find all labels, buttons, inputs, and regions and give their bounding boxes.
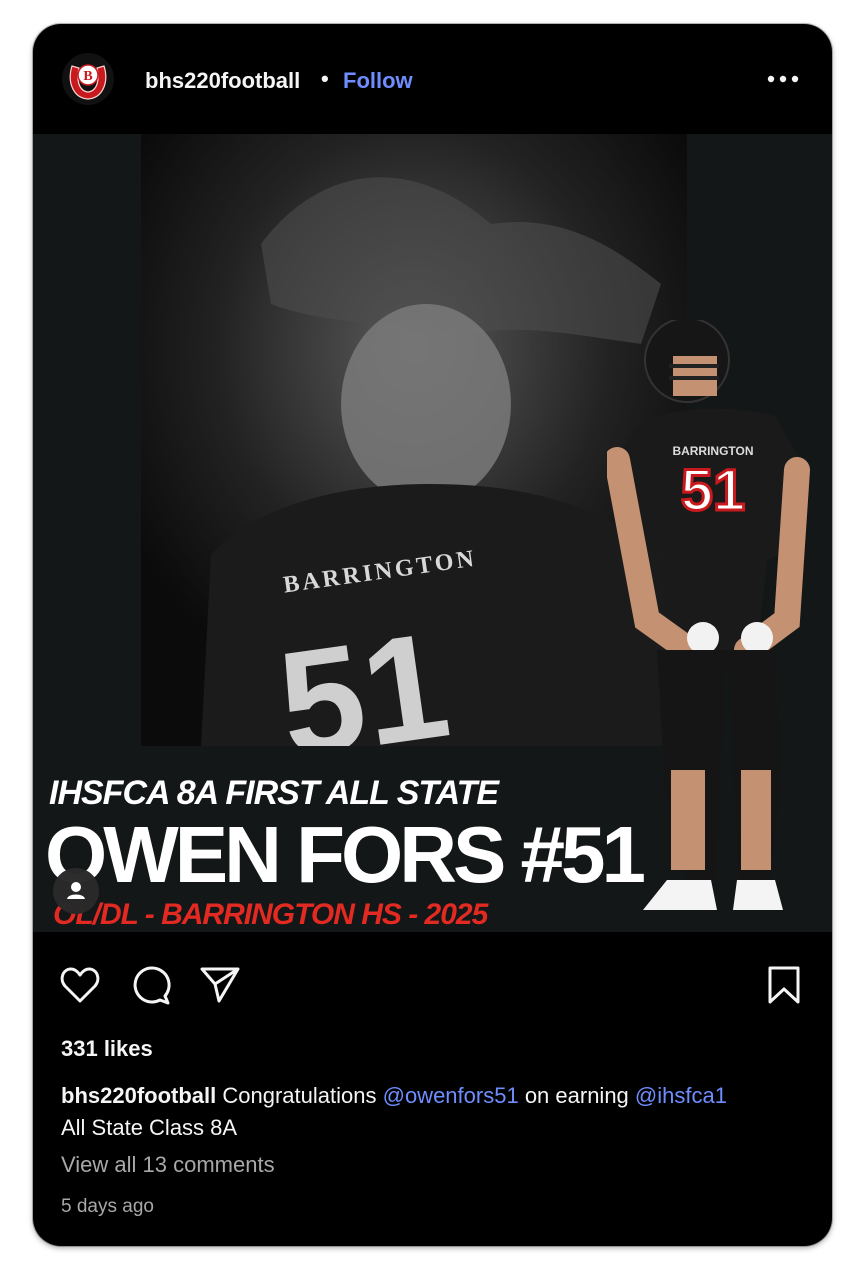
post-timestamp: 5 days ago: [61, 1196, 154, 1217]
instagram-post-card: B bhs220football • Follow BARRINGTON 51 …: [33, 24, 832, 1246]
follow-button[interactable]: Follow: [343, 68, 413, 94]
player-photo-background: BARRINGTON 51: [141, 134, 687, 746]
likes-count[interactable]: 331 likes: [61, 1036, 153, 1062]
player-name-title: OWEN FORS #51: [45, 810, 646, 899]
post-username[interactable]: bhs220football: [145, 68, 300, 94]
caption-text-part2: on earning: [524, 1083, 629, 1108]
more-options-icon[interactable]: [763, 64, 803, 94]
comment-icon[interactable]: [129, 964, 171, 1006]
post-media[interactable]: BARRINGTON 51 BARRINGTON 51 IHSFCA 8A FI…: [33, 134, 832, 932]
post-header: B bhs220football • Follow: [33, 24, 832, 134]
post-caption: bhs220football Congratulations @owenfors…: [61, 1080, 811, 1144]
horseshoe-logo-icon[interactable]: B: [61, 52, 115, 106]
caption-text-part1: Congratulations: [222, 1083, 377, 1108]
action-bar: [33, 932, 832, 1042]
position-school-year: OL/DL - BARRINGTON HS - 2025: [53, 898, 488, 931]
award-headline: IHSFCA 8A FIRST ALL STATE: [49, 774, 499, 812]
view-comments-link[interactable]: View all 13 comments: [61, 1152, 275, 1178]
jersey-team-small-text: BARRINGTON: [672, 444, 753, 458]
jersey-number-text: 51: [269, 600, 458, 746]
jersey-number-small-text: 51: [681, 458, 746, 523]
tagged-user-icon[interactable]: [53, 868, 99, 914]
share-icon[interactable]: [199, 964, 241, 1006]
caption-mention-ihsfca[interactable]: @ihsfca1: [635, 1083, 727, 1108]
avatar-letter: B: [83, 69, 92, 84]
caption-mention-player[interactable]: @owenfors51: [383, 1083, 519, 1108]
separator-dot: •: [321, 66, 329, 91]
bookmark-icon[interactable]: [763, 964, 805, 1006]
caption-text-part3: All State Class 8A: [61, 1115, 238, 1140]
heart-icon[interactable]: [59, 964, 101, 1006]
caption-username[interactable]: bhs220football: [61, 1083, 216, 1108]
